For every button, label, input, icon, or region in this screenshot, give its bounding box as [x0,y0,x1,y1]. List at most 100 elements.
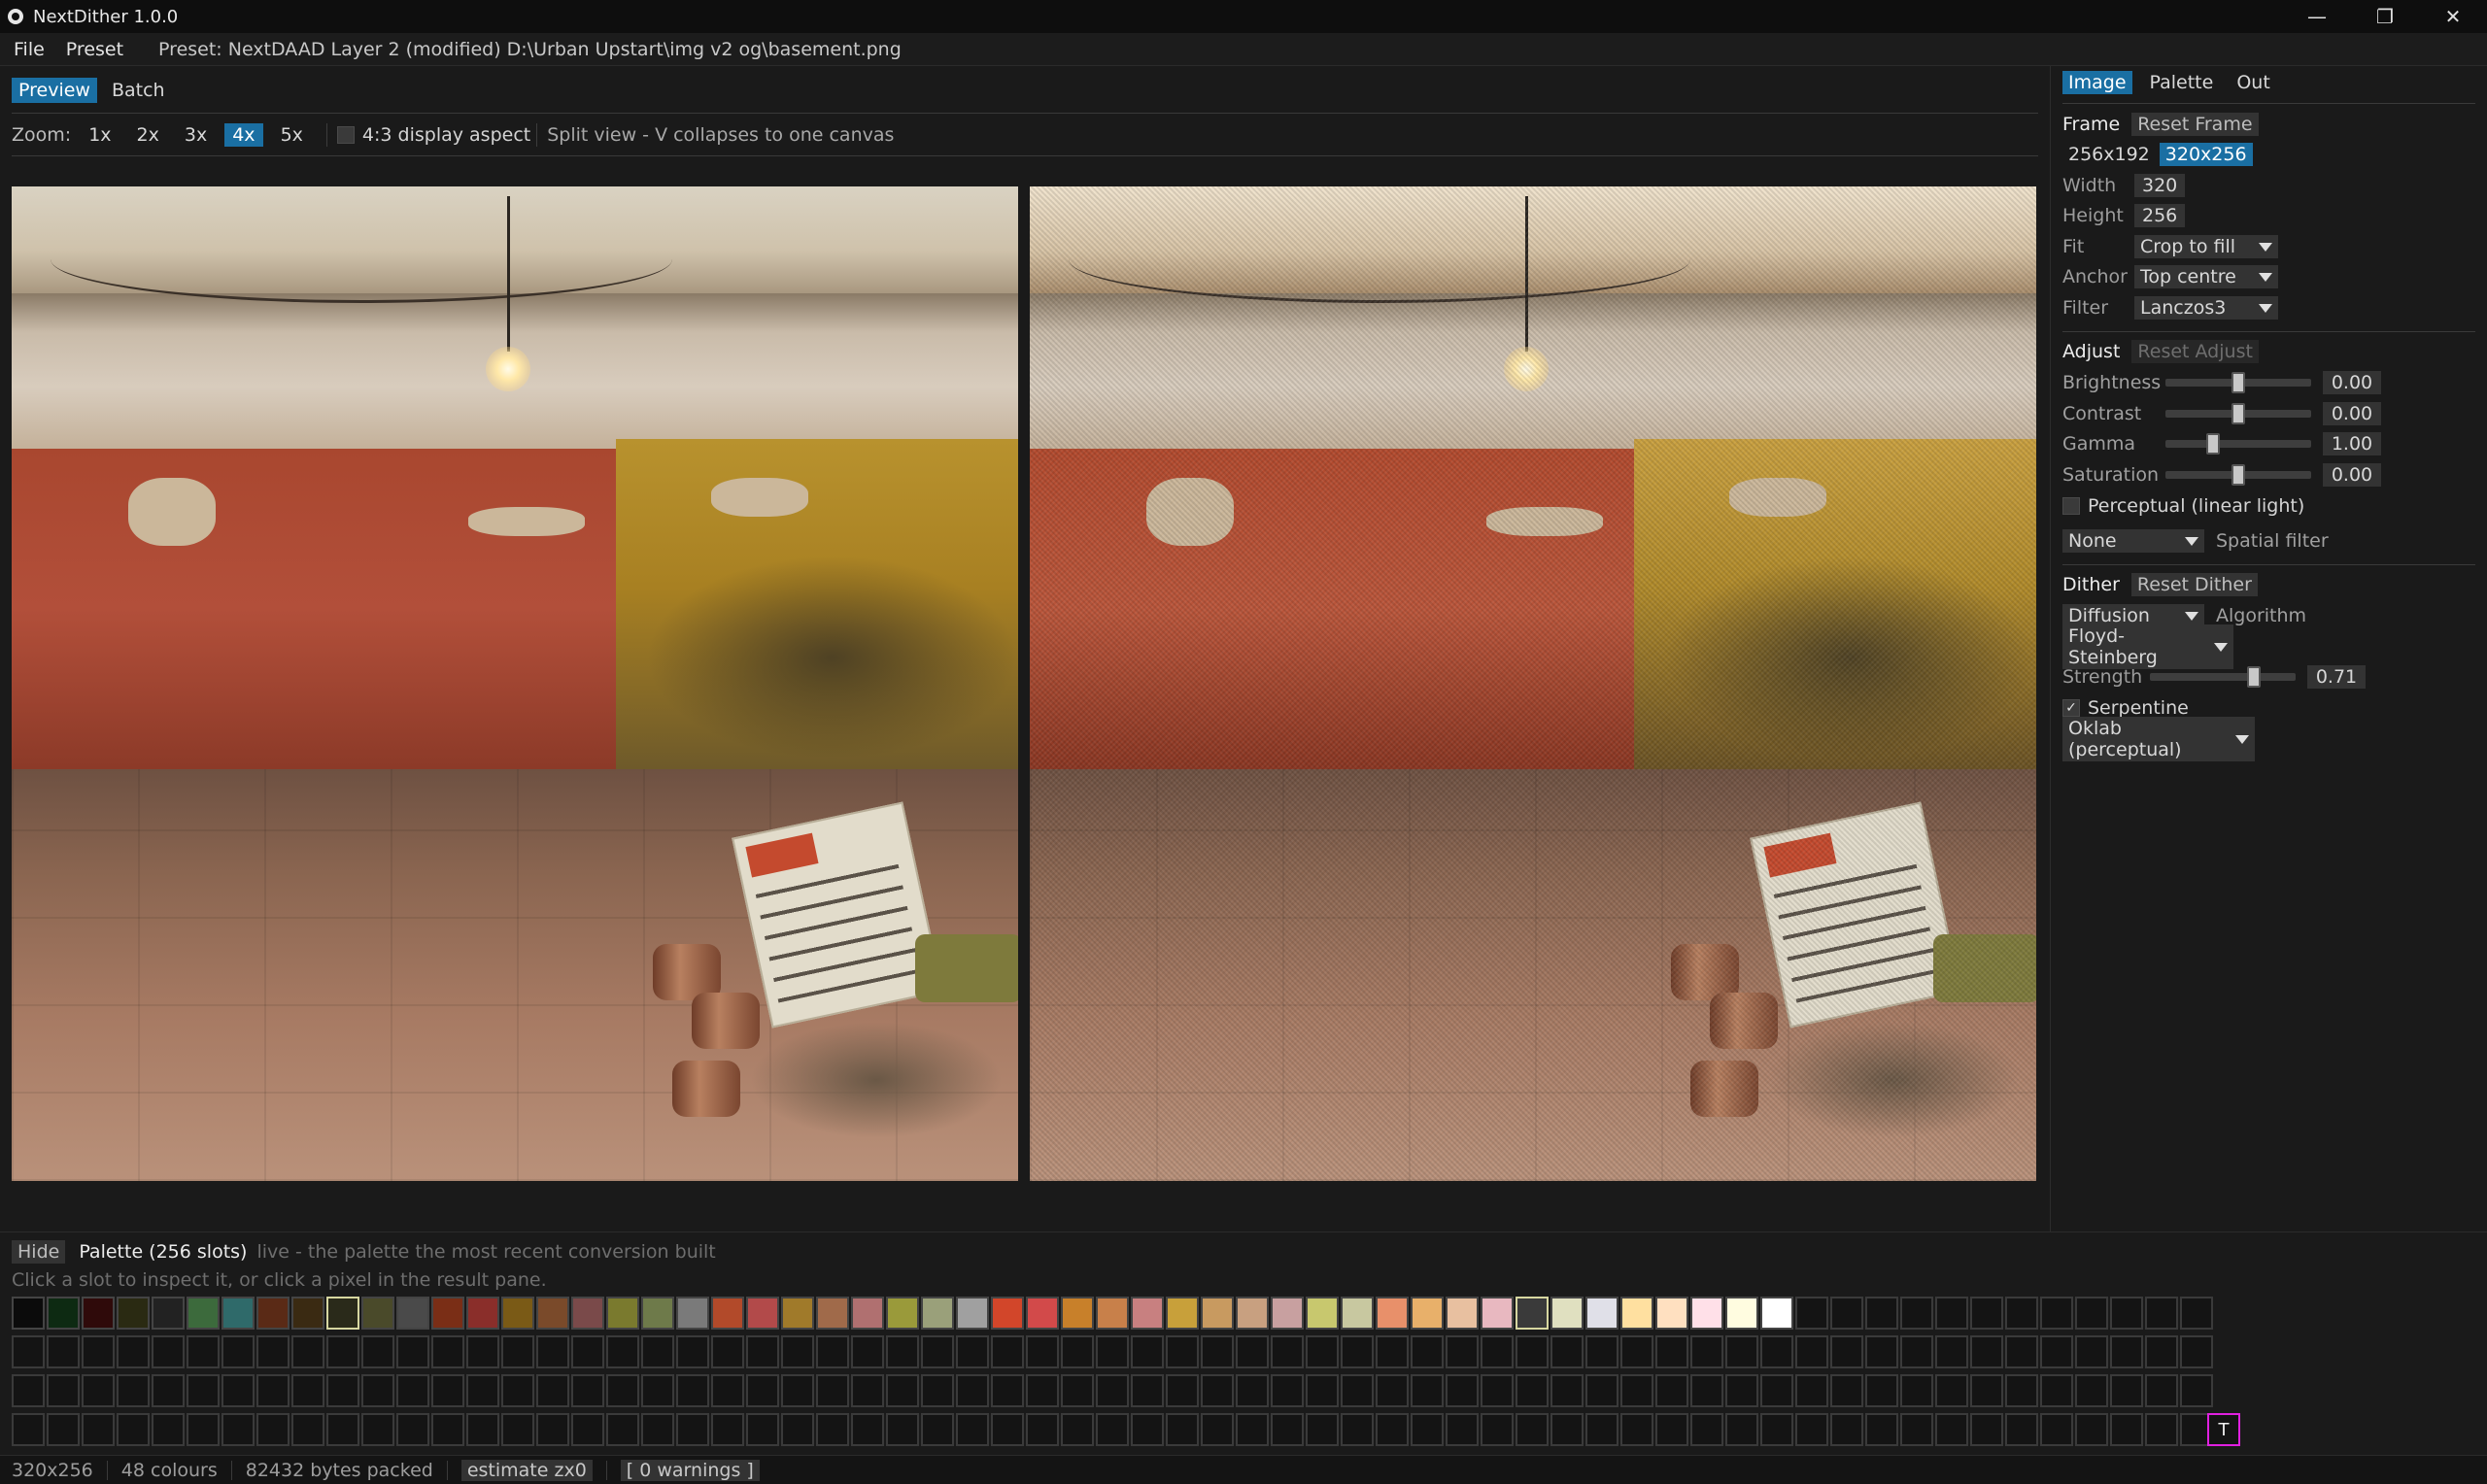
palette-slot-empty[interactable] [12,1374,45,1407]
palette-slot[interactable] [1690,1297,1723,1330]
palette-slot-empty[interactable] [1900,1297,1933,1330]
palette-slot-empty[interactable] [221,1374,255,1407]
gamma-value[interactable]: 1.00 [2323,432,2381,455]
palette-slot-empty[interactable] [1585,1335,1618,1368]
palette-slot-empty[interactable] [2110,1335,2143,1368]
palette-slot-empty[interactable] [1516,1413,1549,1446]
menu-preset[interactable]: Preset [66,39,123,60]
palette-slot[interactable] [1411,1297,1444,1330]
palette-slot-empty[interactable] [117,1413,150,1446]
brightness-value[interactable]: 0.00 [2323,371,2381,394]
palette-slot[interactable] [12,1297,45,1330]
palette-slot-empty[interactable] [571,1335,604,1368]
result-canvas[interactable] [1030,186,2036,1181]
palette-slot-empty[interactable] [361,1335,394,1368]
palette-slot-empty[interactable] [991,1374,1024,1407]
palette-slot-empty[interactable] [12,1335,45,1368]
palette-slot-empty[interactable] [1376,1374,1409,1407]
slider-handle[interactable] [2231,464,2245,486]
zoom-3x-button[interactable]: 3x [177,123,215,147]
palette-slot-empty[interactable] [1970,1374,2003,1407]
palette-slot[interactable] [606,1297,639,1330]
palette-slot-empty[interactable] [711,1374,744,1407]
palette-slot[interactable] [291,1297,324,1330]
palette-slot[interactable] [1446,1297,1479,1330]
palette-slot[interactable] [221,1297,255,1330]
palette-slot-empty[interactable] [956,1374,989,1407]
palette-slot-empty[interactable] [82,1413,115,1446]
palette-slot-empty[interactable] [571,1374,604,1407]
palette-slot-empty[interactable] [606,1413,639,1446]
palette-slot[interactable] [1306,1297,1339,1330]
palette-slot[interactable] [1655,1297,1688,1330]
palette-slot-empty[interactable] [1201,1335,1234,1368]
palette-slot-empty[interactable] [187,1335,220,1368]
strength-value[interactable]: 0.71 [2307,665,2366,689]
palette-slot[interactable] [1166,1297,1199,1330]
palette-slot[interactable] [886,1297,919,1330]
palette-slot-empty[interactable] [2075,1335,2108,1368]
palette-slot-empty[interactable] [1935,1374,1968,1407]
palette-slot-empty[interactable] [816,1413,849,1446]
palette-slot[interactable] [82,1297,115,1330]
palette-slot-empty[interactable] [781,1413,814,1446]
estimate-button[interactable]: estimate zx0 [460,1459,593,1481]
palette-slot-empty[interactable] [152,1335,185,1368]
palette-slot-empty[interactable] [1900,1413,1933,1446]
palette-slot-empty[interactable] [2145,1297,2178,1330]
palette-slot-empty[interactable] [1620,1413,1653,1446]
palette-slot-empty[interactable] [1096,1413,1129,1446]
palette-slot-empty[interactable] [1935,1335,1968,1368]
palette-slot-empty[interactable] [816,1335,849,1368]
palette-slot-empty[interactable] [2110,1374,2143,1407]
palette-cursor-slot[interactable]: T [2207,1413,2240,1446]
palette-slot-empty[interactable] [1131,1413,1164,1446]
menu-file[interactable]: File [14,39,45,60]
palette-slot-empty[interactable] [1446,1413,1479,1446]
palette-slot-empty[interactable] [1865,1413,1898,1446]
filter-dropdown[interactable]: Lanczos3 [2134,296,2278,320]
palette-slot-empty[interactable] [851,1374,884,1407]
palette-slot-empty[interactable] [1411,1374,1444,1407]
strength-slider[interactable] [2150,666,2296,688]
palette-slot-empty[interactable] [641,1413,674,1446]
palette-slot[interactable] [1585,1297,1618,1330]
palette-slot-empty[interactable] [921,1374,954,1407]
palette-slot-empty[interactable] [117,1374,150,1407]
palette-slot-empty[interactable] [2180,1374,2213,1407]
palette-slot-empty[interactable] [187,1413,220,1446]
palette-slot-empty[interactable] [676,1335,709,1368]
palette-slot[interactable] [256,1297,290,1330]
palette-slot-empty[interactable] [431,1413,464,1446]
palette-slot[interactable] [1516,1297,1549,1330]
palette-slot-empty[interactable] [1096,1374,1129,1407]
palette-slot-empty[interactable] [2145,1335,2178,1368]
slider-handle[interactable] [2231,403,2245,424]
palette-slot-empty[interactable] [1061,1374,1094,1407]
palette-slot-empty[interactable] [1830,1374,1863,1407]
palette-slot-empty[interactable] [571,1413,604,1446]
palette-slot-empty[interactable] [956,1335,989,1368]
palette-slot-empty[interactable] [851,1335,884,1368]
colorspace-dropdown[interactable]: Oklab (perceptual) [2062,717,2255,761]
palette-slot-empty[interactable] [2110,1297,2143,1330]
palette-slot-empty[interactable] [2040,1413,2073,1446]
palette-slot[interactable] [991,1297,1024,1330]
palette-slot-empty[interactable] [606,1335,639,1368]
palette-slot[interactable] [1376,1297,1409,1330]
palette-slot[interactable] [431,1297,464,1330]
palette-slot-empty[interactable] [47,1413,80,1446]
gamma-slider[interactable] [2165,433,2311,455]
palette-slot-empty[interactable] [816,1374,849,1407]
palette-slot-empty[interactable] [1306,1413,1339,1446]
algorithm-dropdown[interactable]: Floyd-Steinberg [2062,624,2233,669]
palette-slot-empty[interactable] [1620,1335,1653,1368]
slider-handle[interactable] [2247,666,2261,688]
palette-slot-empty[interactable] [501,1413,534,1446]
palette-slot-empty[interactable] [1236,1335,1269,1368]
palette-slot-empty[interactable] [1131,1335,1164,1368]
tab-out[interactable]: Out [2231,71,2275,94]
palette-slot-empty[interactable] [1341,1335,1374,1368]
palette-slot-empty[interactable] [1376,1335,1409,1368]
palette-slot-empty[interactable] [1585,1413,1618,1446]
